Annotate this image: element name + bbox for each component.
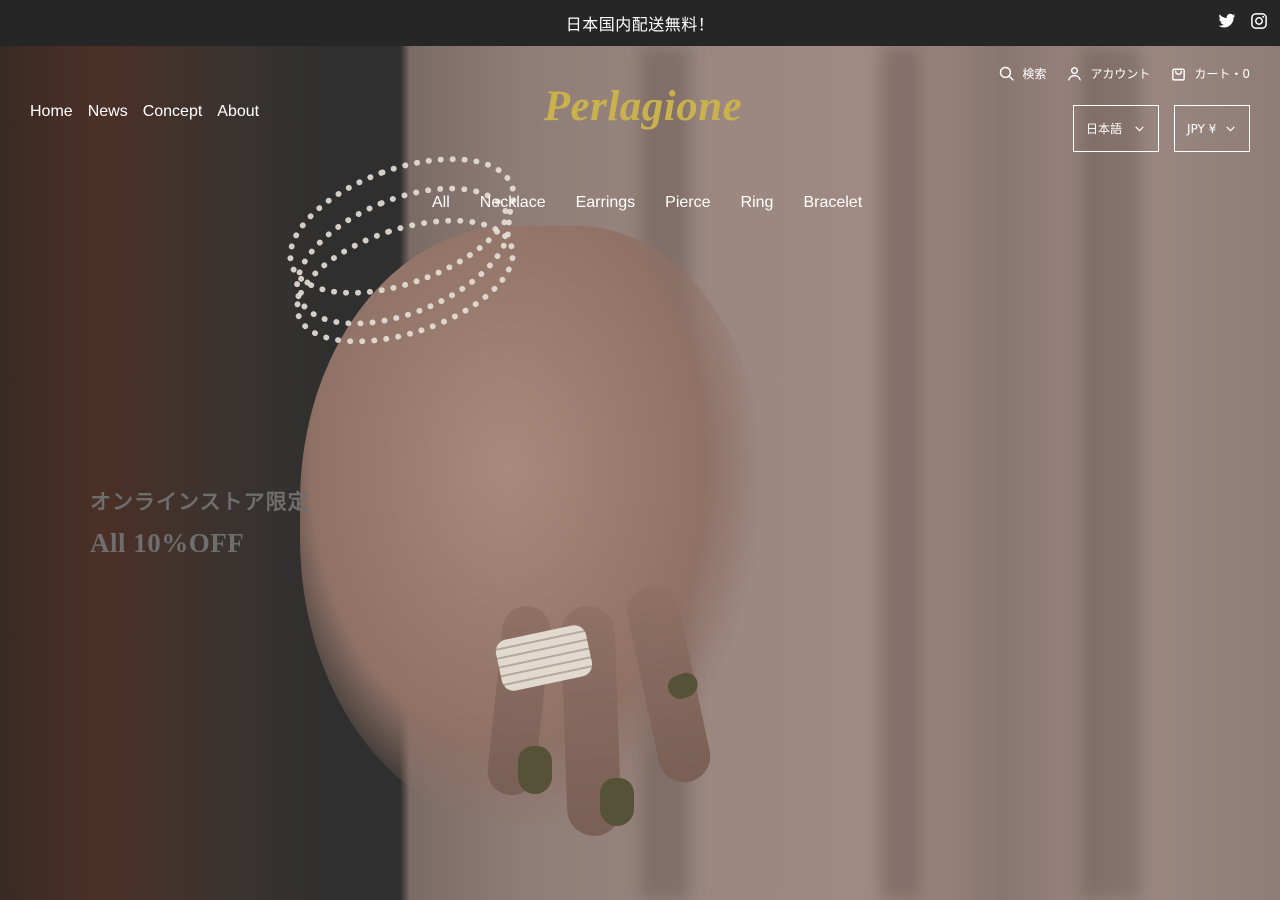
dress-fold (1080, 46, 1140, 900)
account-label: アカウント (1090, 67, 1151, 81)
nav-concept[interactable]: Concept (143, 103, 203, 121)
category-all[interactable]: All (432, 194, 450, 212)
category-necklace[interactable]: Necklace (480, 194, 546, 212)
category-earrings[interactable]: Earrings (576, 194, 636, 212)
hero-image[interactable]: オンラインストア限定 All 10%OFF (0, 46, 1280, 900)
search-icon (1000, 66, 1014, 81)
search-label: 検索 (1022, 67, 1047, 81)
announcement-bar: 日本国内配送無料！ (0, 0, 1280, 46)
locale-selectors: 日本語 JPY ¥ (1073, 105, 1250, 152)
nav-home[interactable]: Home (30, 103, 73, 121)
category-nav: All Necklace Earrings Pierce Ring Bracel… (432, 194, 862, 212)
cart-label: カート・0 (1194, 67, 1250, 81)
user-icon (1068, 67, 1082, 81)
currency-select[interactable]: JPY ¥ (1174, 105, 1250, 152)
main-nav: Home News Concept About (30, 103, 259, 121)
promo-line-1: オンラインストア限定 (90, 490, 310, 514)
cart-icon (1172, 68, 1186, 81)
promo-line-2: All 10%OFF (90, 528, 245, 558)
dress-fold (880, 46, 920, 900)
category-bracelet[interactable]: Bracelet (803, 194, 862, 212)
twitter-icon[interactable] (1218, 12, 1236, 30)
category-ring[interactable]: Ring (741, 194, 774, 212)
instagram-icon[interactable] (1250, 12, 1268, 30)
nail (600, 778, 634, 826)
account-link[interactable]: アカウント (1066, 65, 1150, 82)
nail (518, 746, 552, 794)
utility-links: 検索 アカウント カート・0 (998, 65, 1250, 82)
category-pierce[interactable]: Pierce (665, 194, 710, 212)
search-link[interactable]: 検索 (998, 65, 1046, 82)
nav-news[interactable]: News (88, 103, 128, 121)
nav-about[interactable]: About (217, 103, 259, 121)
cart-link[interactable]: カート・0 (1170, 65, 1250, 82)
language-select[interactable]: 日本語 (1073, 105, 1159, 152)
social-links (1218, 12, 1268, 30)
promo-overlay: オンラインストア限定 All 10%OFF (90, 486, 310, 559)
chevron-down-icon (1135, 126, 1144, 132)
announcement-text: 日本国内配送無料！ (565, 15, 715, 34)
chevron-down-icon (1226, 126, 1235, 132)
site-logo[interactable]: Perlagione (538, 82, 748, 131)
currency-value: JPY ¥ (1187, 121, 1217, 136)
language-value: 日本語 (1086, 122, 1123, 136)
